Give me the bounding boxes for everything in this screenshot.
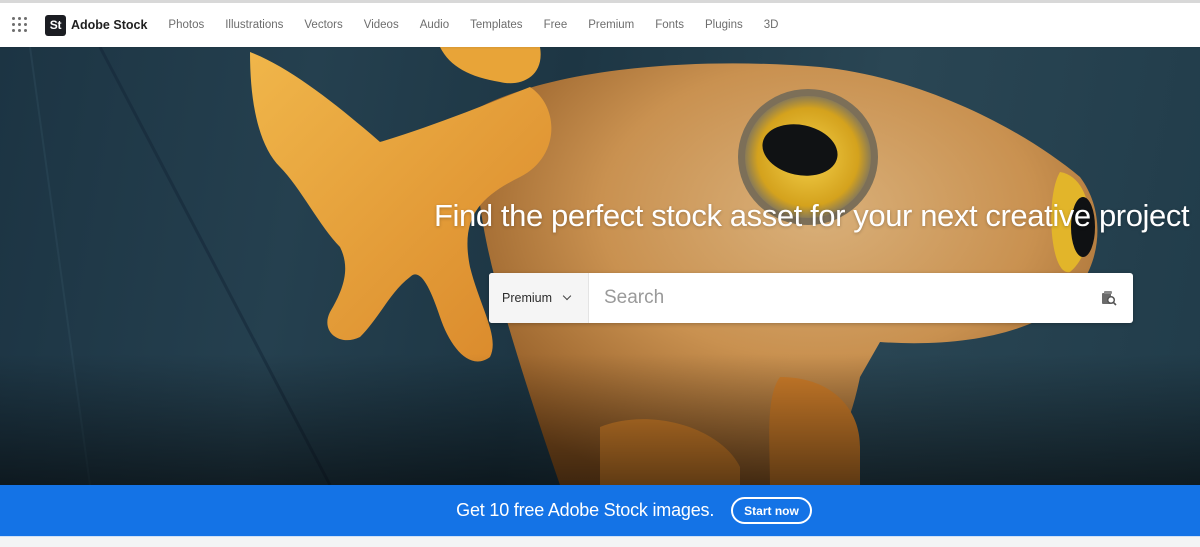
hero-frog-image xyxy=(0,47,1200,485)
chevron-down-icon xyxy=(562,291,572,301)
hero-headline: Find the perfect stock asset for your ne… xyxy=(434,198,1190,233)
top-navigation-bar: St Adobe Stock Photos Illustrations Vect… xyxy=(0,0,1200,47)
nav-illustrations[interactable]: Illustrations xyxy=(225,19,283,31)
visual-search-button[interactable] xyxy=(1085,273,1133,323)
promo-text: Get 10 free Adobe Stock images. xyxy=(456,500,715,520)
nav-photos[interactable]: Photos xyxy=(168,19,204,31)
page-below-fold xyxy=(0,536,1200,547)
logo-text: Adobe Stock xyxy=(71,18,148,32)
apps-grid-icon[interactable] xyxy=(12,17,28,33)
promo-banner: Get 10 free Adobe Stock images. Start no… xyxy=(0,485,1200,536)
filter-selected-label: Premium xyxy=(502,291,553,305)
nav-free[interactable]: Free xyxy=(544,19,568,31)
nav-audio[interactable]: Audio xyxy=(420,19,449,31)
nav-plugins[interactable]: Plugins xyxy=(705,19,743,31)
main-nav: Photos Illustrations Vectors Videos Audi… xyxy=(168,19,799,31)
nav-fonts[interactable]: Fonts xyxy=(655,19,684,31)
nav-templates[interactable]: Templates xyxy=(470,19,522,31)
nav-videos[interactable]: Videos xyxy=(364,19,399,31)
stock-logo-badge: St xyxy=(45,14,66,36)
nav-3d[interactable]: 3D xyxy=(764,19,779,31)
hero-banner: Find the perfect stock asset for your ne… xyxy=(0,47,1200,485)
search-input[interactable] xyxy=(588,273,1085,323)
nav-vectors[interactable]: Vectors xyxy=(304,19,342,31)
search-bar: Premium xyxy=(489,273,1133,323)
visual-search-icon xyxy=(1102,291,1117,306)
start-now-button[interactable]: Start now xyxy=(731,497,812,524)
nav-premium[interactable]: Premium xyxy=(588,19,634,31)
adobe-stock-logo[interactable]: St Adobe Stock xyxy=(45,14,148,36)
asset-filter-dropdown[interactable]: Premium xyxy=(489,273,588,323)
